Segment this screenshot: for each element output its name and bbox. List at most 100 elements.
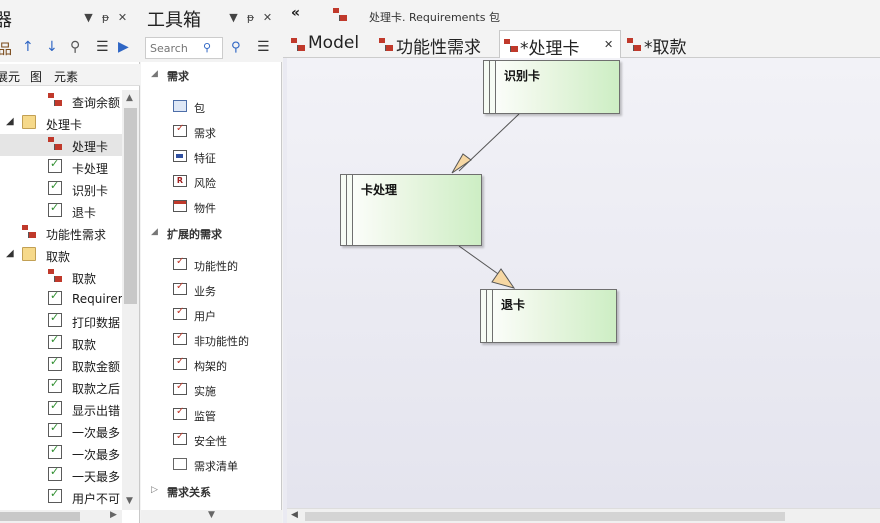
tree-item[interactable]: 识别卡 — [0, 178, 122, 200]
scroll-thumb[interactable] — [305, 512, 785, 521]
tab-diagram[interactable]: 图 — [30, 68, 42, 85]
find-icon[interactable]: ⚲ — [231, 40, 241, 55]
req-icon — [173, 281, 187, 295]
scroll-thumb[interactable] — [0, 512, 80, 521]
tree-item[interactable]: 功能性需求 — [0, 222, 122, 244]
diagram-horizontal-scrollbar[interactable]: ◀ — [287, 508, 880, 523]
breadcrumb-text: 处理卡. Requirements 包 — [369, 11, 500, 24]
toolbox-item[interactable]: 需求清单 — [173, 455, 278, 475]
chevron-down-icon[interactable]: ▼ — [225, 11, 242, 24]
move-down-icon[interactable]: ↓ — [46, 39, 58, 55]
chevron-down-icon[interactable]: ▼ — [80, 11, 97, 24]
diagram-canvas[interactable]: 识别卡 卡处理 退卡 — [287, 58, 880, 508]
tree-item[interactable]: 取款 — [0, 332, 122, 354]
toolbox-item-label: 特征 — [194, 152, 216, 165]
tree-item[interactable]: 查询余额 — [0, 90, 122, 112]
scroll-right-icon[interactable]: ▶ — [110, 510, 117, 520]
check-icon — [48, 377, 62, 393]
pin-icon[interactable]: ᵽ — [97, 11, 114, 24]
scroll-down-icon[interactable]: ▼ — [126, 496, 133, 506]
tree-vertical-scrollbar[interactable]: ▲ ▼ — [122, 90, 139, 510]
requirement-tuika[interactable]: 退卡 — [480, 289, 617, 343]
document-tab[interactable]: *处理卡 ✕ — [499, 30, 621, 59]
tree-item[interactable]: 取款之后 — [0, 376, 122, 398]
toolbox-item[interactable]: 用户 — [173, 305, 278, 325]
expand-icon[interactable]: ▷ — [151, 485, 158, 495]
diagram-icon — [48, 93, 62, 107]
tree-item-label: 一天最多 — [72, 470, 121, 484]
toolbox-item[interactable]: R 风险 — [173, 172, 278, 192]
tree-item-label: 查询余额 — [72, 96, 121, 110]
tree-item[interactable]: 一次最多 — [0, 442, 122, 464]
toolbox-item[interactable]: 安全性 — [173, 430, 278, 450]
tree-item-label: 取款金额 — [72, 360, 121, 374]
toolbox-item[interactable]: 监管 — [173, 405, 278, 425]
tree-item[interactable]: 取款 — [0, 266, 122, 288]
requirement-kachuli[interactable]: 卡处理 — [340, 174, 482, 246]
toolbox-item[interactable]: 构架的 — [173, 355, 278, 375]
tree-item[interactable]: 退卡 — [0, 200, 122, 222]
tree-item-label: 退卡 — [72, 206, 97, 220]
toolbox-search-input[interactable] — [145, 37, 223, 59]
locate-icon[interactable]: ⚲ — [70, 39, 80, 55]
toolbox-group-label: 扩展的需求 — [167, 228, 222, 241]
toolbox-item[interactable]: 物件 — [173, 197, 278, 217]
close-icon[interactable]: ✕ — [259, 11, 276, 24]
close-icon[interactable]: ✕ — [114, 11, 131, 24]
tree-item[interactable]: ◢ 处理卡 — [0, 112, 122, 134]
toolbox-item[interactable]: 非功能性的 — [173, 330, 278, 350]
move-up-icon[interactable]: ↑ — [22, 39, 34, 55]
pin-icon[interactable]: ᵽ — [242, 11, 259, 24]
element-name: 识别卡 — [504, 69, 541, 83]
new-diagram-icon[interactable]: 品 — [0, 39, 12, 59]
diagram-icon — [48, 269, 62, 283]
tree-item-label: 功能性需求 — [46, 228, 107, 242]
expand-icon[interactable]: ◢ — [6, 248, 14, 259]
tree-item[interactable]: 显示出错 — [0, 398, 122, 420]
tree-item[interactable]: 用户不可 — [0, 486, 122, 508]
tree-item[interactable]: 处理卡 — [0, 134, 122, 156]
tree-item[interactable]: 一次最多 — [0, 420, 122, 442]
toolbox-item[interactable]: 功能性的 — [173, 255, 278, 275]
scroll-up-icon[interactable]: ▲ — [126, 93, 133, 103]
document-tab[interactable]: Model — [291, 30, 373, 58]
connector-line[interactable] — [458, 245, 502, 277]
requirement-shibieka[interactable]: 识别卡 — [483, 60, 620, 114]
close-icon[interactable]: ✕ — [604, 38, 613, 51]
collapse-icon[interactable]: « — [291, 5, 300, 21]
tree-item[interactable]: Requirements — [0, 288, 122, 310]
element-bar — [484, 61, 496, 113]
toolbox-search-row: ⚲ ⚲ ☰ — [141, 34, 282, 62]
scroll-left-icon[interactable]: ◀ — [291, 510, 298, 520]
play-icon[interactable]: ▶ — [118, 39, 129, 55]
document-tab[interactable]: *取款 — [627, 30, 707, 58]
menu-icon[interactable]: ☰ — [96, 39, 109, 55]
expand-icon[interactable]: ◢ — [151, 227, 158, 237]
toolbox-item[interactable]: 业务 — [173, 280, 278, 300]
toolbox-item[interactable]: 包 — [173, 97, 278, 117]
toolbox-scroll-down[interactable]: ▼ — [141, 510, 282, 523]
tree-item[interactable]: 取款金额 — [0, 354, 122, 376]
scroll-thumb[interactable] — [124, 108, 137, 304]
toolbox-item[interactable]: 特征 — [173, 147, 278, 167]
toolbox-item[interactable]: 实施 — [173, 380, 278, 400]
tree-item[interactable]: ◢ 取款 — [0, 244, 122, 266]
toolbox-item[interactable]: 需求 — [173, 122, 278, 142]
tab-element[interactable]: 元素 — [54, 68, 78, 85]
expand-icon[interactable]: ◢ — [151, 69, 158, 79]
req-icon — [173, 306, 187, 320]
tree-horizontal-scrollbar[interactable]: ▶ — [0, 510, 122, 523]
check-icon — [48, 201, 62, 217]
tree-item[interactable]: 卡处理 — [0, 156, 122, 178]
document-tab[interactable]: 功能性需求 — [379, 30, 495, 58]
tree-item[interactable]: 打印数据 — [0, 310, 122, 332]
check-icon — [48, 421, 62, 437]
menu-icon[interactable]: ☰ — [257, 39, 270, 55]
search-icon[interactable]: ⚲ — [203, 41, 211, 54]
tab-project[interactable]: 展元 — [0, 68, 20, 85]
browser-tabs: 展元 图 元素 — [0, 64, 140, 86]
tree-item[interactable]: 一天最多 — [0, 464, 122, 486]
document-tab-label: 功能性需求 — [396, 38, 481, 58]
toolbox-title-buttons: ▼ ᵽ ✕ — [225, 11, 276, 24]
expand-icon[interactable]: ◢ — [6, 116, 14, 127]
